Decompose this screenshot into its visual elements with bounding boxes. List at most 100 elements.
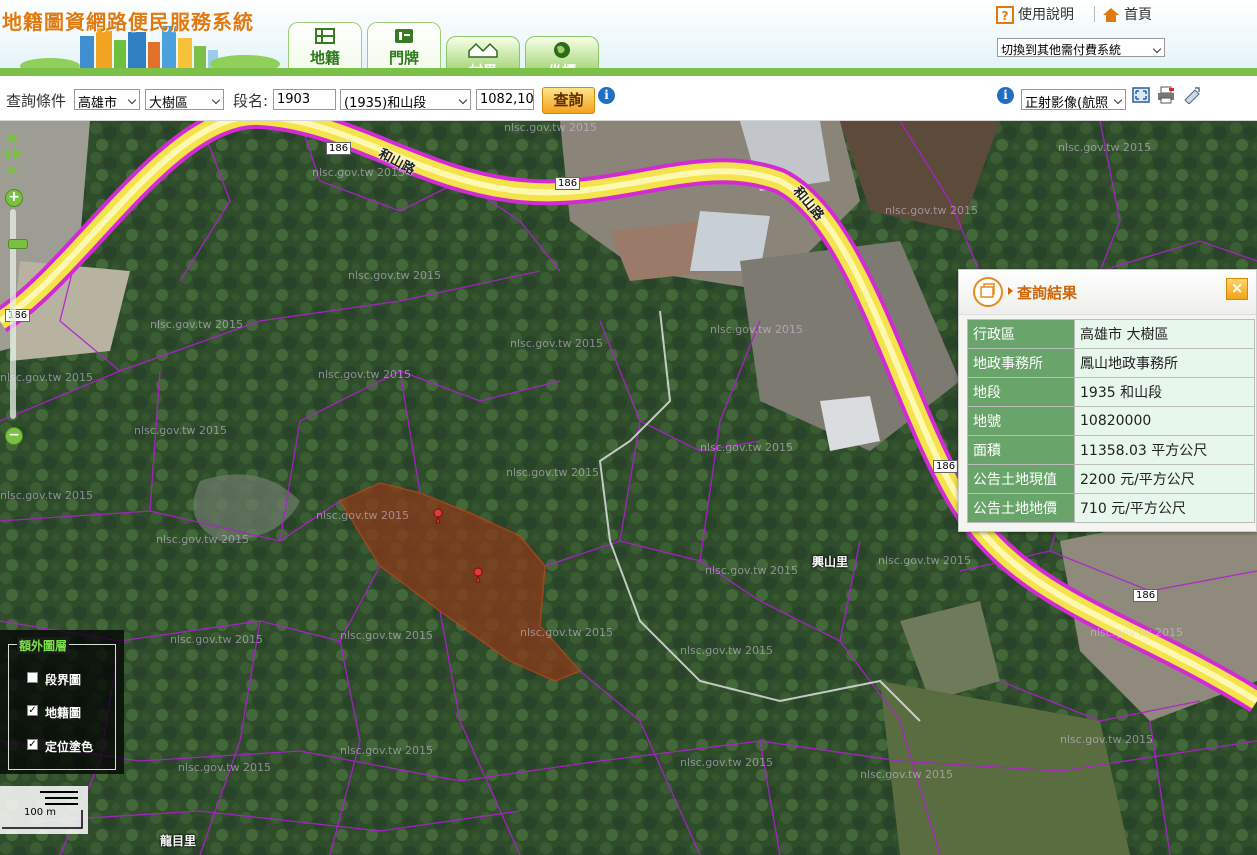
village-icon — [468, 42, 498, 58]
svg-text:nlsc.gov.tw 2015: nlsc.gov.tw 2015 — [1060, 733, 1153, 746]
svg-text:nlsc.gov.tw 2015: nlsc.gov.tw 2015 — [878, 554, 971, 567]
row-value: 鳳山地政事務所 — [1074, 348, 1255, 378]
globe-icon — [554, 42, 570, 58]
svg-text:nlsc.gov.tw 2015: nlsc.gov.tw 2015 — [316, 509, 409, 522]
map-grid-icon — [315, 28, 335, 44]
home-link[interactable]: 首頁 — [1102, 4, 1152, 24]
zoom-in-button[interactable]: + — [5, 189, 23, 207]
svg-text:nlsc.gov.tw 2015: nlsc.gov.tw 2015 — [340, 629, 433, 642]
svg-text:nlsc.gov.tw 2015: nlsc.gov.tw 2015 — [170, 633, 263, 646]
layer-label: 段界圖 — [45, 673, 82, 687]
checkbox[interactable]: ✓ — [27, 705, 38, 716]
svg-text:nlsc.gov.tw 2015: nlsc.gov.tw 2015 — [340, 744, 433, 757]
header: 地籍圖資網路便民服務系統 地籍 門牌 村里 坐標 ? 使用說 — [0, 0, 1257, 80]
header-divider — [1094, 6, 1095, 22]
svg-text:nlsc.gov.tw 2015: nlsc.gov.tw 2015 — [134, 424, 227, 437]
result-table: 行政區 高雄市 大樹區 地政事務所 鳳山地政事務所 地段 1935 和山段 地號 108… — [967, 319, 1255, 523]
svg-text:nlsc.gov.tw 2015: nlsc.gov.tw 2015 — [150, 318, 243, 331]
svg-text:nlsc.gov.tw 2015: nlsc.gov.tw 2015 — [1058, 141, 1151, 154]
table-row: 地號 10820000 — [967, 406, 1255, 436]
zoom-slider[interactable] — [8, 209, 28, 419]
pan-arrows-icon — [2, 133, 22, 175]
row-key: 面積 — [967, 435, 1075, 465]
svg-text:?: ? — [1002, 9, 1009, 23]
result-title: 查詢結果 — [1017, 284, 1078, 302]
result-header: 查詢結果 × — [959, 270, 1256, 315]
section-code-input[interactable]: 1903 — [273, 89, 336, 110]
layer-label: 定位塗色 — [45, 740, 94, 754]
zoom-slider-thumb[interactable] — [8, 239, 28, 249]
query-bar: 查詢條件 高雄市 大樹區 段名: 1903 (1935)和山段 1082,108… — [0, 76, 1257, 121]
measure-icon[interactable] — [1183, 86, 1201, 104]
layer-toggle-location-fill[interactable]: ✓ 定位塗色 — [27, 738, 94, 755]
print-icon[interactable] — [1157, 86, 1175, 104]
layer-toggle-section-boundary[interactable]: 段界圖 — [27, 671, 82, 688]
checkbox[interactable]: ✓ — [27, 739, 38, 750]
help-label: 使用說明 — [1018, 7, 1074, 23]
tab-label: 地籍 — [309, 49, 340, 67]
road-shield: 186 — [555, 177, 581, 190]
pan-control[interactable] — [0, 131, 24, 177]
door-plate-icon — [395, 29, 413, 43]
svg-text:nlsc.gov.tw 2015: nlsc.gov.tw 2015 — [178, 761, 271, 774]
scale-label: 100 m — [24, 807, 57, 818]
result-document-icon — [973, 277, 1003, 307]
city-select[interactable]: 高雄市 — [74, 89, 140, 110]
scale-bar — [0, 786, 88, 834]
home-label: 首頁 — [1124, 7, 1152, 23]
row-value: 710 元/平方公尺 — [1074, 493, 1255, 523]
svg-text:nlsc.gov.tw 2015: nlsc.gov.tw 2015 — [860, 768, 953, 781]
row-key: 公告土地地價 — [967, 493, 1075, 523]
result-title-arrow-icon — [1008, 287, 1013, 295]
svg-text:nlsc.gov.tw 2015: nlsc.gov.tw 2015 — [156, 533, 249, 546]
row-value: 10820000 — [1074, 406, 1255, 436]
svg-text:nlsc.gov.tw 2015: nlsc.gov.tw 2015 — [1090, 626, 1183, 639]
section-name-label: 段名: — [233, 92, 269, 110]
row-key: 行政區 — [967, 319, 1075, 349]
svg-text:nlsc.gov.tw 2015: nlsc.gov.tw 2015 — [504, 121, 597, 134]
table-row: 面積 11358.03 平方公尺 — [967, 435, 1255, 465]
svg-text:nlsc.gov.tw 2015: nlsc.gov.tw 2015 — [680, 756, 773, 769]
svg-text:nlsc.gov.tw 2015: nlsc.gov.tw 2015 — [520, 626, 613, 639]
layers-title: 額外圖層 — [17, 637, 70, 654]
row-value: 2200 元/平方公尺 — [1074, 464, 1255, 494]
query-info-icon[interactable]: i — [598, 87, 615, 104]
layer-toggle-cadastral-map[interactable]: ✓ 地籍圖 — [27, 704, 82, 721]
table-row: 行政區 高雄市 大樹區 — [967, 319, 1255, 349]
help-link[interactable]: ? 使用說明 — [996, 4, 1074, 24]
site-title: 地籍圖資網路便民服務系統 — [2, 10, 254, 34]
parcel-number-input[interactable]: 1082,108 — [476, 89, 534, 110]
help-icon: ? — [996, 6, 1014, 24]
zoom-control: + − — [5, 189, 28, 509]
svg-text:nlsc.gov.tw 2015: nlsc.gov.tw 2015 — [506, 466, 599, 479]
row-value: 高雄市 大樹區 — [1074, 319, 1255, 349]
map-canvas[interactable]: nlsc.gov.tw 2015 nlsc.gov.tw 2015 nlsc.g… — [0, 121, 1257, 855]
table-row: 公告土地現值 2200 元/平方公尺 — [967, 464, 1255, 494]
svg-text:nlsc.gov.tw 2015: nlsc.gov.tw 2015 — [710, 323, 803, 336]
svg-text:nlsc.gov.tw 2015: nlsc.gov.tw 2015 — [705, 564, 798, 577]
row-key: 地號 — [967, 406, 1075, 436]
layer-label: 地籍圖 — [45, 706, 82, 720]
tab-label: 門牌 — [388, 49, 419, 67]
close-button[interactable]: × — [1226, 278, 1248, 300]
switch-system-select[interactable]: 切換到其他需付費系統 — [997, 38, 1165, 57]
row-key: 地段 — [967, 377, 1075, 407]
section-name-select[interactable]: (1935)和山段 — [340, 89, 471, 110]
extra-layers-panel: 額外圖層 段界圖 ✓ 地籍圖 ✓ 定位塗色 — [0, 630, 124, 774]
fullscreen-icon[interactable] — [1132, 86, 1150, 104]
basemap-select[interactable]: 正射影像(航照 — [1021, 89, 1126, 110]
zoom-out-button[interactable]: − — [5, 427, 23, 445]
road-shield: 186 — [1133, 589, 1159, 602]
village-label: 興山里 — [812, 555, 849, 569]
road-shield: 186 — [326, 142, 352, 155]
checkbox[interactable] — [27, 672, 38, 683]
table-row: 地政事務所 鳳山地政事務所 — [967, 348, 1255, 378]
svg-text:nlsc.gov.tw 2015: nlsc.gov.tw 2015 — [680, 644, 773, 657]
road-shield: 186 — [933, 460, 959, 473]
row-value: 11358.03 平方公尺 — [1074, 435, 1255, 465]
basemap-info-icon[interactable]: i — [997, 87, 1014, 104]
district-select[interactable]: 大樹區 — [145, 89, 224, 110]
query-button[interactable]: 查詢 — [542, 87, 595, 114]
svg-text:nlsc.gov.tw 2015: nlsc.gov.tw 2015 — [510, 337, 603, 350]
svg-text:nlsc.gov.tw 2015: nlsc.gov.tw 2015 — [318, 368, 411, 381]
